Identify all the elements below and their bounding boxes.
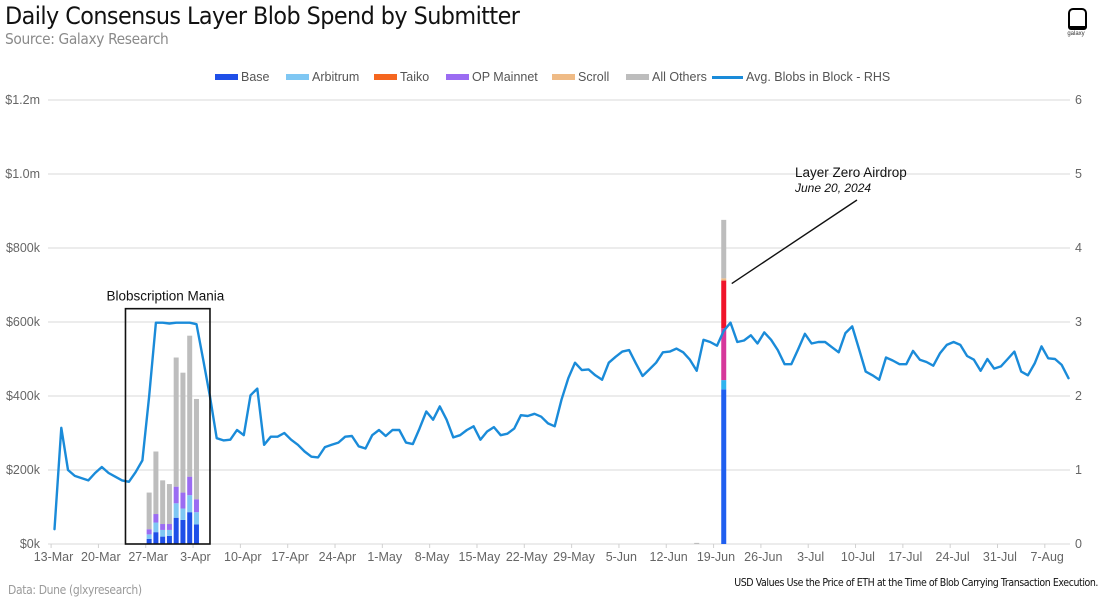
y-tick-label-left: $1.2m bbox=[5, 93, 40, 107]
x-tick-label: 24-Apr bbox=[319, 550, 357, 564]
bar-segment-op-mainnet bbox=[721, 280, 727, 329]
x-tick-label: 24-Jul bbox=[936, 550, 970, 564]
x-tick-label: 15-May bbox=[459, 550, 501, 564]
bar-segment-arbitrum bbox=[187, 495, 193, 513]
bar-segment-op-mainnet bbox=[146, 529, 152, 535]
bar-segment-base bbox=[173, 517, 179, 544]
y-axis-right: 0 1 2 3 4 5 6 bbox=[1075, 93, 1082, 551]
y-tick-label-right: 4 bbox=[1075, 241, 1082, 255]
x-tick-label: 17-Apr bbox=[271, 550, 309, 564]
bar-stack-20-Jun bbox=[721, 219, 727, 544]
bar-segment-scroll bbox=[721, 278, 727, 281]
bar-segment-all-others bbox=[187, 335, 193, 477]
y-tick-label-right: 1 bbox=[1075, 463, 1082, 477]
x-tick-label: 22-May bbox=[506, 550, 548, 564]
bar-segment-arbitrum bbox=[173, 503, 179, 518]
x-tick-label: 29-May bbox=[553, 550, 595, 564]
bar-stack-27-Mar bbox=[146, 492, 152, 544]
x-axis: 13-Mar 20-Mar 27-Mar 3-Apr 10-Apr 17-Apr 24-Ap… bbox=[34, 544, 1064, 564]
y-tick-label-right: 6 bbox=[1075, 93, 1082, 107]
usd-values-note: USD Values Use the Price of ETH at the T… bbox=[734, 576, 1098, 589]
bar-segment-arbitrum bbox=[153, 522, 159, 533]
stacked-bars bbox=[146, 219, 727, 544]
x-tick-label: 8-May bbox=[415, 550, 450, 564]
annotations: Blobscription Mania Layer Zero AirdropJun… bbox=[106, 165, 907, 545]
bar-segment-all-others bbox=[146, 492, 152, 530]
layer-zero-date: June 20, 2024 bbox=[794, 181, 871, 195]
bar-segment-op-mainnet bbox=[180, 492, 186, 509]
chart-plot: $0k $200k $400k $600k $800k $1.0m $1.2m 0 1 2 3 4 5… bbox=[5, 93, 1082, 564]
y-tick-label-left: $0k bbox=[20, 537, 41, 551]
y-tick-label-right: 2 bbox=[1075, 389, 1082, 403]
bar-stack-28-Mar bbox=[153, 451, 159, 544]
layer-zero-label: Layer Zero Airdrop bbox=[795, 165, 907, 180]
bar-segment-arbitrum bbox=[160, 529, 166, 537]
x-tick-label: 1-May bbox=[367, 550, 402, 564]
bar-segment-all-others bbox=[166, 484, 172, 525]
bar-segment-base bbox=[187, 512, 193, 544]
x-tick-label: 10-Jul bbox=[841, 550, 875, 564]
y-tick-label-left: $600k bbox=[6, 315, 41, 329]
y-tick-label-left: $400k bbox=[6, 389, 41, 403]
bar-segment-op-mainnet bbox=[160, 524, 166, 530]
bar-segment-all-others bbox=[193, 398, 199, 500]
bar-segment-base bbox=[193, 524, 199, 544]
avg-blobs-line bbox=[53, 321, 1070, 531]
x-tick-label: 13-Mar bbox=[34, 550, 74, 564]
bar-segment-arbitrum bbox=[193, 512, 199, 525]
y-tick-label-right: 0 bbox=[1075, 537, 1082, 551]
x-tick-label: 3-Jul bbox=[797, 550, 824, 564]
x-tick-label: 26-Jun bbox=[744, 550, 782, 564]
bar-stack-2-Apr bbox=[187, 335, 193, 544]
y-tick-label-left: $800k bbox=[6, 241, 41, 255]
bar-segment-base bbox=[180, 519, 186, 544]
bar-segment-all-others bbox=[153, 451, 159, 515]
bar-segment-all-others bbox=[694, 542, 700, 544]
avg-blobs-line-path bbox=[53, 321, 1070, 531]
y-tick-label-right: 5 bbox=[1075, 167, 1082, 181]
layer-zero-pointer-line bbox=[731, 199, 858, 285]
x-tick-label: 27-Mar bbox=[128, 550, 168, 564]
x-tick-label: 3-Apr bbox=[180, 550, 211, 564]
bar-segment-op-mainnet bbox=[187, 476, 193, 496]
bar-segment-all-others bbox=[160, 480, 166, 525]
bar-segment-op-mainnet bbox=[166, 524, 172, 530]
x-tick-label: 7-Aug bbox=[1031, 550, 1064, 564]
x-tick-label: 10-Apr bbox=[224, 550, 262, 564]
y-axis-left: $0k $200k $400k $600k $800k $1.0m $1.2m bbox=[5, 93, 40, 551]
bar-stack-1-Apr bbox=[180, 372, 186, 544]
y-tick-label-left: $1.0m bbox=[5, 167, 40, 181]
x-tick-label: 31-Jul bbox=[983, 550, 1017, 564]
bar-segment-arbitrum bbox=[180, 508, 186, 520]
bar-segment-arbitrum bbox=[721, 380, 727, 390]
bar-segment-op-mainnet bbox=[193, 499, 199, 513]
bar-segment-base bbox=[160, 536, 166, 544]
gridlines bbox=[48, 99, 1070, 545]
y-tick-label-left: $200k bbox=[6, 463, 41, 477]
x-tick-label: 20-Mar bbox=[81, 550, 121, 564]
bar-segment-all-others bbox=[721, 219, 727, 279]
x-tick-label: 12-Jun bbox=[650, 550, 688, 564]
data-source-note: Data: Dune (glxyresearch) bbox=[8, 583, 142, 597]
bar-segment-arbitrum bbox=[166, 529, 172, 536]
bar-segment-base bbox=[721, 389, 727, 544]
bar-stack-29-Mar bbox=[160, 480, 166, 544]
bar-segment-base bbox=[153, 532, 159, 544]
bar-stack-30-Mar bbox=[166, 484, 172, 544]
bar-segment-arbitrum bbox=[146, 534, 152, 539]
x-tick-label: 17-Jul bbox=[888, 550, 922, 564]
bar-stack-16-Jun bbox=[694, 542, 700, 544]
x-tick-label: 5-Jun bbox=[606, 550, 637, 564]
y-tick-label-right: 3 bbox=[1075, 315, 1082, 329]
x-tick-label: 19-Jun bbox=[697, 550, 735, 564]
bar-segment-base bbox=[166, 535, 172, 544]
bar-segment-all-others bbox=[173, 357, 179, 487]
bar-stack-31-Mar bbox=[173, 357, 179, 544]
blobscription-mania-label: Blobscription Mania bbox=[106, 289, 224, 304]
bar-segment-op-mainnet bbox=[173, 486, 179, 504]
bar-stack-3-Apr bbox=[193, 398, 199, 544]
bar-segment-op-mainnet bbox=[153, 514, 159, 523]
bar-segment-all-others bbox=[180, 372, 186, 493]
